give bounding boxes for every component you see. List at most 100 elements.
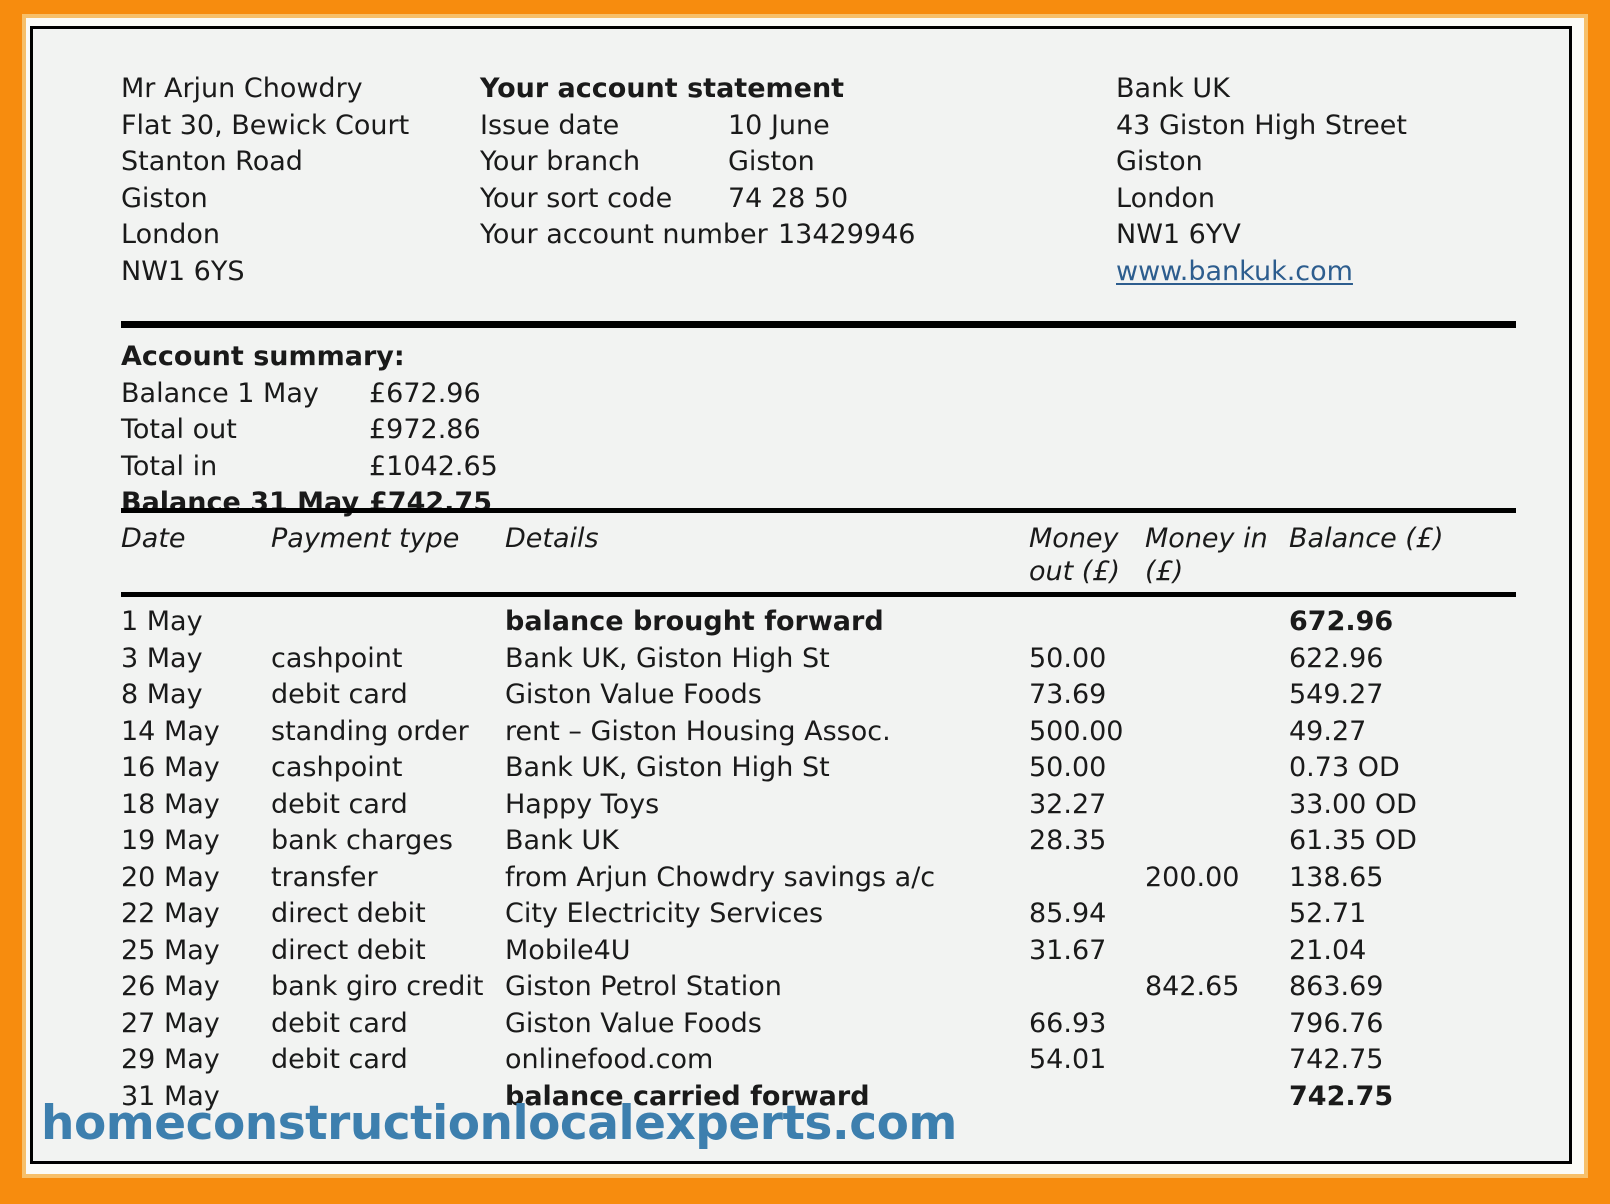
cell-date: 14 May <box>121 715 220 747</box>
cell-payment-type: bank charges <box>271 825 453 856</box>
cell-balance: 49.27 <box>1289 715 1367 747</box>
table-row: 29 May debit card onlinefood.com 54.01 7… <box>33 1042 1569 1079</box>
cell-payment-type: debit card <box>271 1007 408 1039</box>
cell-details: Happy Toys <box>505 788 660 820</box>
account-number-label: Your account number <box>480 219 768 250</box>
branch-row: Your branch Giston <box>480 144 844 181</box>
cell-details: Giston Value Foods <box>505 679 762 710</box>
cell-date: 18 May <box>121 788 220 820</box>
table-row: 19 May bank charges Bank UK 28.35 61.35 … <box>33 823 1569 860</box>
cell-details: Giston Petrol Station <box>505 971 782 1002</box>
cell-balance: 622.96 <box>1289 642 1384 674</box>
summary-amount-total-out: £972.86 <box>369 414 481 445</box>
cell-details: Bank UK, Giston High St <box>505 752 830 783</box>
cell-balance: 672.96 <box>1289 606 1394 637</box>
statement-header: Mr Arjun Chowdry Flat 30, Bewick Court S… <box>33 29 1569 299</box>
bank-postcode: NW1 6YV <box>1116 219 1241 250</box>
cell-payment-type: cashpoint <box>271 752 403 783</box>
cell-balance: 796.76 <box>1289 1007 1384 1039</box>
customer-name: Mr Arjun Chowdry <box>121 73 363 104</box>
cell-money-out: 54.01 <box>1029 1044 1107 1075</box>
transactions-table: Date Payment type Details Money out (£) … <box>33 516 1569 1115</box>
table-row: 25 May direct debit Mobile4U 31.67 21.04 <box>33 933 1569 970</box>
summary-amount-total-in: £1042.65 <box>369 450 498 482</box>
cell-balance: 52.71 <box>1289 898 1367 929</box>
bank-website-link[interactable]: www.bankuk.com <box>1116 256 1353 287</box>
column-header-details: Details <box>505 523 599 554</box>
customer-address-block: Mr Arjun Chowdry Flat 30, Bewick Court S… <box>121 71 409 290</box>
page-frame: Mr Arjun Chowdry Flat 30, Bewick Court S… <box>0 0 1610 1204</box>
table-row: 18 May debit card Happy Toys 32.27 33.00… <box>33 787 1569 824</box>
bank-address-line-1: 43 Giston High Street <box>1116 109 1407 141</box>
cell-money-out: 32.27 <box>1029 788 1107 820</box>
cell-money-in: 842.65 <box>1145 971 1240 1002</box>
cell-money-out: 73.69 <box>1029 679 1107 710</box>
cell-money-out: 28.35 <box>1029 825 1107 856</box>
statement-title: Your account statement <box>480 73 845 104</box>
cell-date: 25 May <box>121 934 220 966</box>
summary-row-total-out: Total out £972.86 <box>121 412 481 449</box>
cell-details: Bank UK, Giston High St <box>505 642 830 674</box>
cell-payment-type: standing order <box>271 715 469 747</box>
cell-balance: 742.75 <box>1289 1080 1394 1112</box>
summary-row-balance-start: Balance 1 May £672.96 <box>121 376 481 413</box>
account-number-value: 13429946 <box>778 219 916 250</box>
table-row: 8 May debit card Giston Value Foods 73.6… <box>33 677 1569 714</box>
cell-payment-type: cashpoint <box>271 642 403 674</box>
cell-money-out: 500.00 <box>1029 715 1124 747</box>
cell-balance: 742.75 <box>1289 1044 1384 1075</box>
cell-balance: 61.35 OD <box>1289 825 1417 856</box>
account-number-row: Your account number 13429946 <box>480 217 915 254</box>
sort-code-row: Your sort code 74 28 50 <box>480 181 848 218</box>
cell-balance: 549.27 <box>1289 679 1384 710</box>
issue-date-row: Issue date 10 June <box>480 108 844 145</box>
watermark-text: homeconstructionlocalexperts.com <box>41 1096 957 1151</box>
cell-date: 20 May <box>121 861 220 893</box>
table-row: 26 May bank giro credit Giston Petrol St… <box>33 969 1569 1006</box>
issue-date-label: Issue date <box>480 109 620 141</box>
table-row: 22 May direct debit City Electricity Ser… <box>33 896 1569 933</box>
cell-details: Bank UK <box>505 825 619 856</box>
bank-address-block: Bank UK 43 Giston High Street Giston Lon… <box>1116 71 1407 290</box>
cell-balance: 0.73 OD <box>1289 752 1400 783</box>
cell-balance: 138.65 <box>1289 861 1384 893</box>
customer-address-line-2: Stanton Road <box>121 146 303 177</box>
column-header-payment-type: Payment type <box>271 523 460 554</box>
cell-details: rent – Giston Housing Assoc. <box>505 715 891 747</box>
table-row: 20 May transfer from Arjun Chowdry savin… <box>33 860 1569 897</box>
cell-details: City Electricity Services <box>505 898 824 929</box>
cell-payment-type: debit card <box>271 1044 408 1075</box>
cell-date: 16 May <box>121 752 220 783</box>
table-row: 1 May balance brought forward 672.96 <box>33 604 1569 641</box>
divider-above-summary <box>121 321 1516 328</box>
cell-date: 19 May <box>121 825 220 856</box>
customer-address-line-3: Giston <box>121 182 208 214</box>
cell-payment-type: debit card <box>271 679 408 710</box>
cell-date: 3 May <box>121 642 203 674</box>
cell-details: balance brought forward <box>505 606 884 637</box>
cell-details: Mobile4U <box>505 934 631 966</box>
divider-above-table-head <box>121 508 1516 513</box>
cell-money-out: 66.93 <box>1029 1007 1107 1039</box>
cell-date: 1 May <box>121 606 203 637</box>
cell-date: 26 May <box>121 971 220 1002</box>
cell-money-out: 50.00 <box>1029 642 1107 674</box>
cell-details: from Arjun Chowdry savings a/c <box>505 861 936 893</box>
table-body: 1 May balance brought forward 672.96 3 M… <box>33 592 1569 1115</box>
column-header-date: Date <box>121 523 186 554</box>
bank-statement-document: Mr Arjun Chowdry Flat 30, Bewick Court S… <box>30 26 1572 1164</box>
cell-payment-type: direct debit <box>271 934 426 966</box>
branch-value: Giston <box>728 146 815 177</box>
cell-details: Giston Value Foods <box>505 1007 762 1039</box>
statement-details-block: Your account statement Issue date 10 Jun… <box>480 71 915 254</box>
summary-row-total-in: Total in £1042.65 <box>121 449 498 486</box>
table-row: 14 May standing order rent – Giston Hous… <box>33 714 1569 751</box>
branch-label: Your branch <box>480 146 641 177</box>
table-row: 16 May cashpoint Bank UK, Giston High St… <box>33 750 1569 787</box>
cell-date: 27 May <box>121 1007 220 1039</box>
table-row: 3 May cashpoint Bank UK, Giston High St … <box>33 641 1569 678</box>
cell-payment-type: transfer <box>271 861 378 893</box>
cell-date: 22 May <box>121 898 220 929</box>
cell-payment-type: bank giro credit <box>271 971 484 1002</box>
cell-money-out: 50.00 <box>1029 752 1107 783</box>
